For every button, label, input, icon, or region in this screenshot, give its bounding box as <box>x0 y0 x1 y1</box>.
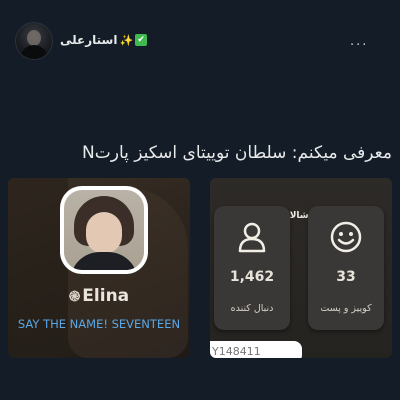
flower-icon: ֎ <box>68 289 81 305</box>
profile-name: ֎ Elina <box>8 286 190 306</box>
smiley-icon <box>330 221 362 253</box>
media-image-right[interactable]: بگید ماشالا 😗🤝 33 کوییز و پست 1,462 دنبا… <box>210 178 392 358</box>
profile-picture-frame <box>60 186 148 274</box>
posts-count: 33 <box>336 269 356 285</box>
avatar-coat <box>20 45 48 59</box>
id-field: Y148411 <box>210 341 302 358</box>
posts-card: 33 کوییز و پست <box>308 206 384 330</box>
sparkle-icon: ✨ <box>119 33 134 47</box>
background-shape <box>8 178 68 358</box>
profile-picture <box>64 190 144 270</box>
user-avatar[interactable] <box>15 22 53 60</box>
tweet-header: استارعلی ✨ ✔ ... <box>0 0 400 80</box>
check-icon: ✔ <box>135 34 148 46</box>
posts-label: کوییز و پست <box>320 303 372 314</box>
followers-count: 1,462 <box>229 269 275 285</box>
more-options-icon[interactable]: ... <box>350 34 368 49</box>
profile-bio: SAY THE NAME! SEVENTEEN <box>17 317 181 331</box>
person-icon <box>238 222 266 253</box>
display-name[interactable]: استارعلی <box>60 33 117 47</box>
face-shape <box>86 212 122 254</box>
avatar-face <box>27 30 41 46</box>
shirt-shape <box>70 252 138 270</box>
followers-card: 1,462 دنبال کننده <box>214 206 290 330</box>
media-image-left[interactable]: ֎ Elina SAY THE NAME! SEVENTEEN <box>8 178 190 358</box>
username[interactable]: استارعلی ✨ ✔ <box>60 33 148 47</box>
followers-label: دنبال کننده <box>230 303 274 314</box>
tweet-text: معرفی میکنم: سلطان توییتای اسکیز پارتN <box>82 143 392 163</box>
profile-name-text: Elina <box>82 286 130 306</box>
